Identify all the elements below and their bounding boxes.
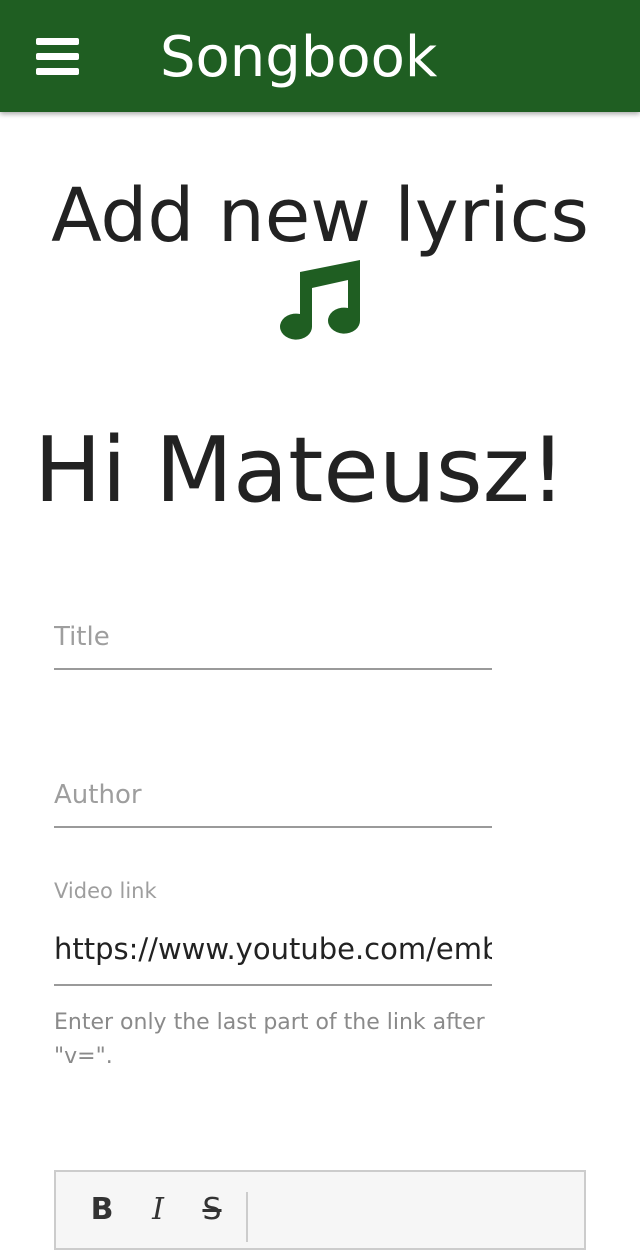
hamburger-menu-icon-bar: [36, 68, 79, 75]
menu-button[interactable]: [36, 38, 79, 76]
music-note-icon: [280, 260, 361, 340]
app-title: Songbook: [160, 25, 438, 90]
lyrics-editor-toolbar: B I S: [54, 1170, 586, 1250]
video-link-label: Video link: [54, 879, 157, 903]
greeting: Hi Mateusz!: [34, 418, 567, 523]
hamburger-menu-icon-bar: [36, 53, 79, 60]
video-link-helper-text: Enter only the last part of the link aft…: [54, 1010, 485, 1069]
author-field: [54, 764, 492, 828]
author-input[interactable]: [54, 764, 492, 828]
video-link-input[interactable]: [54, 914, 492, 986]
toolbar-divider: [246, 1192, 248, 1242]
italic-button[interactable]: I: [138, 1190, 178, 1230]
page-title: Add new lyrics: [51, 173, 589, 259]
bold-button[interactable]: B: [82, 1190, 122, 1230]
video-link-field: Video link: [54, 878, 492, 986]
app-bar: Songbook: [0, 0, 640, 112]
hamburger-menu-icon: [36, 38, 79, 45]
strikethrough-button[interactable]: S: [192, 1190, 232, 1230]
title-field: [54, 606, 492, 670]
title-input[interactable]: [54, 606, 492, 670]
